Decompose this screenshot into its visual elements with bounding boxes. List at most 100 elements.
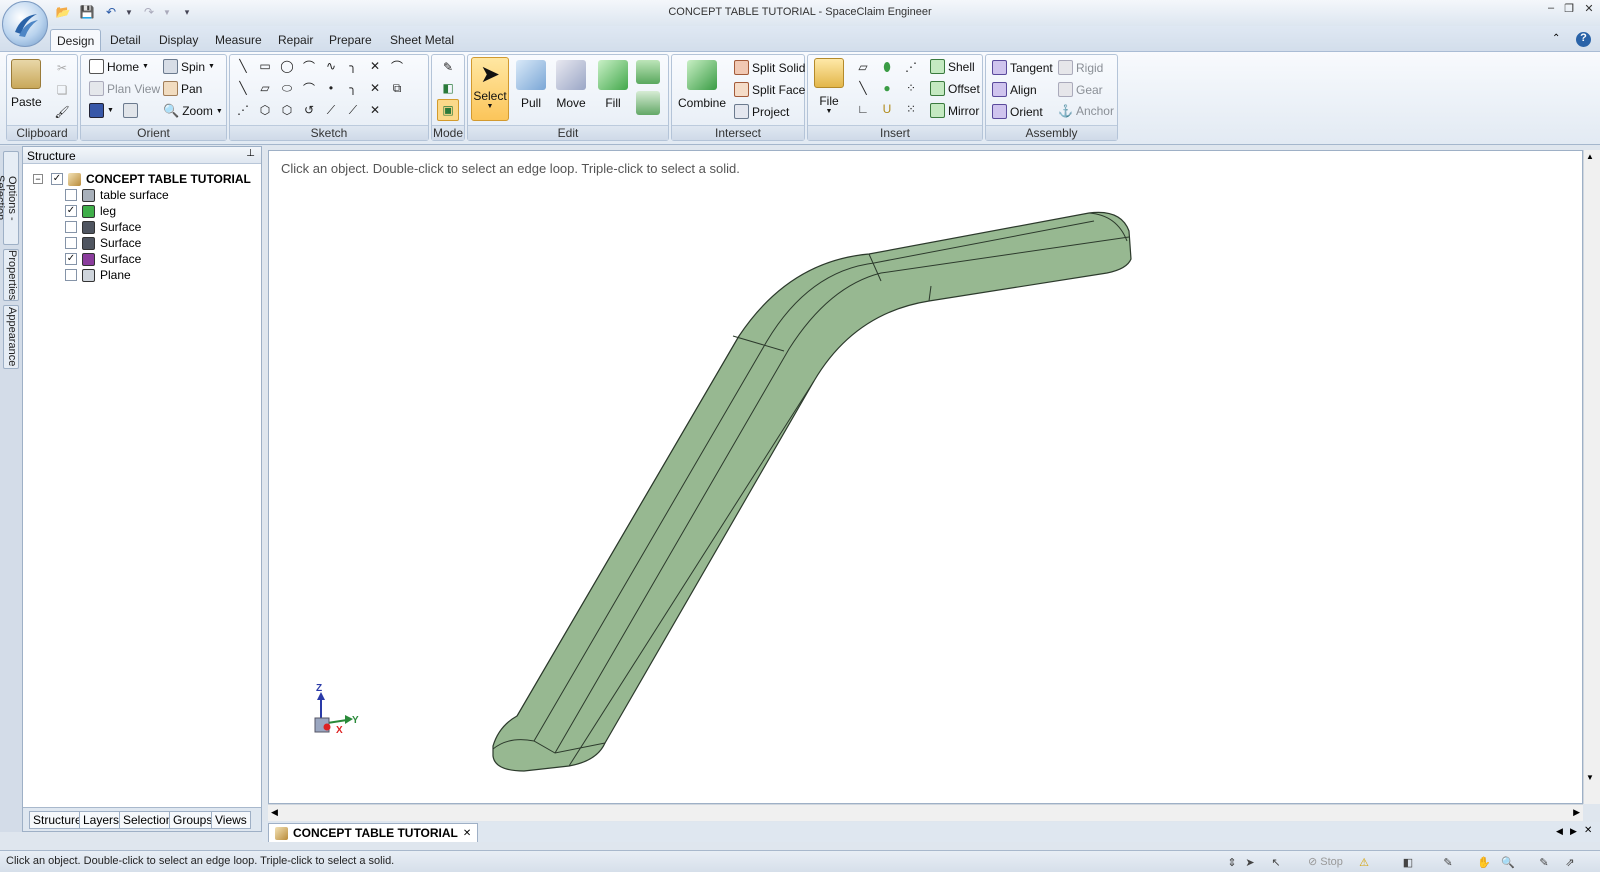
status-pan-icon[interactable]: ✋ — [1476, 854, 1492, 870]
status-select-icon[interactable]: ➤ — [1242, 854, 1258, 870]
cut-icon[interactable]: ✂ — [53, 59, 71, 77]
root-checkbox[interactable]: ✓ — [51, 173, 63, 185]
tab-design[interactable]: Design — [50, 29, 102, 52]
home-button[interactable]: Home ▼ — [89, 59, 149, 74]
copy-icon[interactable]: ❏ — [53, 81, 71, 99]
pan-button[interactable]: Pan — [163, 81, 202, 96]
offset-curve-icon[interactable]: ⧉ — [388, 79, 406, 97]
tab-display[interactable]: Display — [153, 32, 204, 50]
table-leg-model[interactable] — [269, 151, 1582, 803]
3d-mode-icon[interactable]: ▣ — [437, 99, 459, 121]
visibility-checkbox[interactable] — [65, 237, 77, 249]
grid-pattern-icon[interactable]: ⁘ — [902, 79, 920, 97]
fill-button[interactable]: Fill — [598, 60, 628, 110]
circle-tool-icon[interactable]: ◯ — [278, 57, 296, 75]
minimize-icon[interactable]: – — [1542, 2, 1560, 18]
plan-view-button[interactable]: Plan View — [89, 81, 160, 96]
horizontal-scrollbar[interactable]: ◀ ▶ — [268, 804, 1583, 821]
view-cube-button[interactable]: ▼ — [89, 103, 114, 118]
shell-button[interactable]: Shell — [930, 59, 975, 74]
help-icon[interactable]: ? — [1576, 32, 1591, 47]
status-edit-icon[interactable]: ✎ — [1536, 854, 1552, 870]
options-selection-tab[interactable]: Options - Selection — [0, 151, 19, 245]
split-solid-button[interactable]: Split Solid — [734, 60, 805, 75]
status-view-icon[interactable]: ◧ — [1400, 854, 1416, 870]
combine-button[interactable]: Combine — [678, 60, 726, 110]
pull-button[interactable]: Pull — [516, 60, 546, 110]
tree-item[interactable]: table surface — [65, 187, 251, 203]
fill-pattern-icon[interactable]: ⁙ — [902, 100, 920, 118]
align-button[interactable]: Align — [992, 82, 1037, 97]
zoom-button[interactable]: 🔍 Zoom ▼ — [163, 103, 223, 119]
insert-file-button[interactable]: File ▼ — [814, 58, 844, 115]
view-settings-button[interactable] — [123, 103, 138, 118]
tree-item[interactable]: Surface — [65, 235, 251, 251]
spline-tool-icon[interactable]: ∿ — [322, 57, 340, 75]
curve-icon[interactable]: ⌒ — [388, 57, 406, 75]
pattern-icon[interactable]: ⋰ — [902, 58, 920, 76]
status-pull-icon[interactable]: ⇗ — [1562, 854, 1578, 870]
tangent-arc-icon[interactable]: ╮ — [344, 57, 362, 75]
visibility-checkbox[interactable]: ✓ — [65, 205, 77, 217]
extend-icon[interactable]: ✕ — [366, 79, 384, 97]
tangent-button[interactable]: Tangent — [992, 60, 1053, 75]
polygon-alt-icon[interactable]: ⬡ — [278, 101, 296, 119]
next-doc-icon[interactable]: ▶ — [1570, 826, 1577, 837]
point-icon[interactable]: • — [322, 79, 340, 97]
document-tab[interactable]: CONCEPT TABLE TUTORIAL ✕ — [268, 823, 479, 842]
line-tool-icon[interactable]: ╲ — [234, 57, 252, 75]
layers-tab[interactable]: Layers — [79, 811, 124, 829]
bend-icon[interactable]: ⟋ — [344, 101, 362, 119]
status-zoom-icon[interactable]: 🔍 — [1500, 854, 1516, 870]
tree-root[interactable]: − ✓ CONCEPT TABLE TUTORIAL — [33, 171, 251, 187]
section-mode-icon[interactable]: ◧ — [439, 79, 457, 97]
stop-button[interactable]: ⊘ Stop — [1308, 855, 1343, 868]
three-point-rect-icon[interactable]: ▱ — [256, 79, 274, 97]
rectangle-tool-icon[interactable]: ▭ — [256, 57, 274, 75]
project-button[interactable]: Project — [734, 104, 789, 119]
origin-icon[interactable]: ∟ — [854, 100, 872, 118]
visibility-checkbox[interactable] — [65, 189, 77, 201]
close-document-icon[interactable]: ✕ — [463, 828, 471, 839]
tab-sheet-metal[interactable]: Sheet Metal — [384, 32, 460, 50]
maximize-icon[interactable]: ❐ — [1560, 2, 1578, 18]
move-button[interactable]: Move — [556, 60, 586, 110]
face-curve-icon[interactable]: ⟋ — [322, 101, 340, 119]
spin-button[interactable]: Spin ▼ — [163, 59, 215, 74]
scroll-down-icon[interactable]: ▼ — [1586, 773, 1594, 782]
paste-button[interactable]: Paste — [11, 59, 42, 109]
vertical-scrollbar[interactable]: ▲ ▼ — [1583, 150, 1600, 804]
visibility-checkbox[interactable] — [65, 221, 77, 233]
tangent-line-icon[interactable]: ╲ — [234, 79, 252, 97]
tweak-face-icon[interactable] — [636, 91, 660, 115]
selection-tab[interactable]: Selection — [119, 811, 177, 829]
tab-prepare[interactable]: Prepare — [323, 32, 378, 50]
3d-viewport[interactable]: Click an object. Double-click to select … — [268, 150, 1583, 804]
plane-tool-icon[interactable]: ▱ — [854, 58, 872, 76]
tree-item[interactable]: Plane — [65, 267, 251, 283]
blend-icon[interactable] — [636, 60, 660, 84]
sweep-arc-icon[interactable]: ⌒ — [300, 79, 318, 97]
close-icon[interactable]: ✕ — [1580, 2, 1598, 18]
polygon-tool-icon[interactable]: ⬡ — [256, 101, 274, 119]
tree-item[interactable]: ✓ Surface — [65, 251, 251, 267]
gear-button[interactable]: Gear — [1058, 82, 1103, 97]
tree-item[interactable]: Surface — [65, 219, 251, 235]
visibility-checkbox[interactable]: ✓ — [65, 253, 77, 265]
app-menu-button[interactable] — [2, 1, 48, 47]
close-docs-icon[interactable]: ✕ — [1584, 825, 1592, 836]
collapse-icon[interactable]: − — [33, 174, 43, 184]
warning-icon[interactable]: ⚠ — [1356, 854, 1372, 870]
ellipse-tool-icon[interactable]: ⬭ — [278, 79, 296, 97]
select-button[interactable]: ➤ Select ▼ — [471, 57, 509, 121]
tab-repair[interactable]: Repair — [272, 32, 319, 50]
split-curve-icon[interactable]: ✕ — [366, 101, 384, 119]
tab-detail[interactable]: Detail — [104, 32, 147, 50]
scroll-left-icon[interactable]: ◀ — [271, 807, 278, 818]
scroll-up-icon[interactable]: ▲ — [1586, 152, 1594, 161]
rigid-button[interactable]: Rigid — [1058, 60, 1103, 75]
split-face-button[interactable]: Split Face — [734, 82, 805, 97]
format-painter-icon[interactable]: 🖌 — [53, 103, 71, 121]
cylinder-icon[interactable]: ⬮ — [878, 58, 896, 76]
visibility-checkbox[interactable] — [65, 269, 77, 281]
